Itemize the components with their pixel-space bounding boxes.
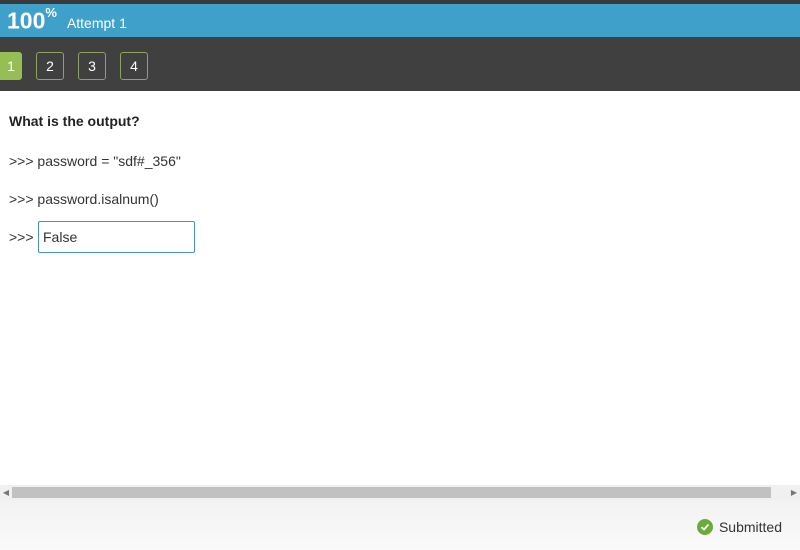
answer-prompt: >>>	[9, 229, 34, 245]
score: 100%	[7, 6, 57, 34]
footer: Submitted	[0, 500, 800, 550]
question-button-label: 4	[130, 58, 138, 74]
question-button-2[interactable]: 2	[36, 52, 64, 80]
status-text: Submitted	[718, 519, 782, 535]
code-line-2: >>> password.isalnum()	[9, 191, 159, 207]
horizontal-scrollbar[interactable]: ◀ ▶	[0, 485, 800, 500]
question-title: What is the output?	[9, 113, 140, 129]
question-button-label: 2	[46, 58, 54, 74]
check-circle-icon	[696, 519, 713, 535]
scroll-left-icon[interactable]: ◀	[0, 485, 12, 500]
submission-status: Submitted	[696, 519, 782, 535]
scrollbar-thumb[interactable]	[12, 487, 771, 498]
score-header: 100% Attempt 1	[0, 4, 800, 37]
score-value: 100	[7, 7, 46, 34]
code-line-1: >>> password = "sdf#_356"	[9, 153, 181, 169]
question-button-4[interactable]: 4	[120, 52, 148, 80]
answer-input[interactable]	[38, 221, 195, 253]
question-content: What is the output? >>> password = "sdf#…	[9, 113, 195, 253]
question-nav: 1 2 3 4	[0, 37, 800, 91]
attempt-label: Attempt 1	[66, 14, 127, 31]
score-unit: %	[45, 4, 57, 20]
scroll-right-icon[interactable]: ▶	[788, 485, 800, 500]
question-button-3[interactable]: 3	[78, 52, 106, 80]
question-button-label: 1	[7, 58, 15, 74]
question-button-label: 3	[88, 58, 96, 74]
question-button-1[interactable]: 1	[0, 52, 22, 80]
